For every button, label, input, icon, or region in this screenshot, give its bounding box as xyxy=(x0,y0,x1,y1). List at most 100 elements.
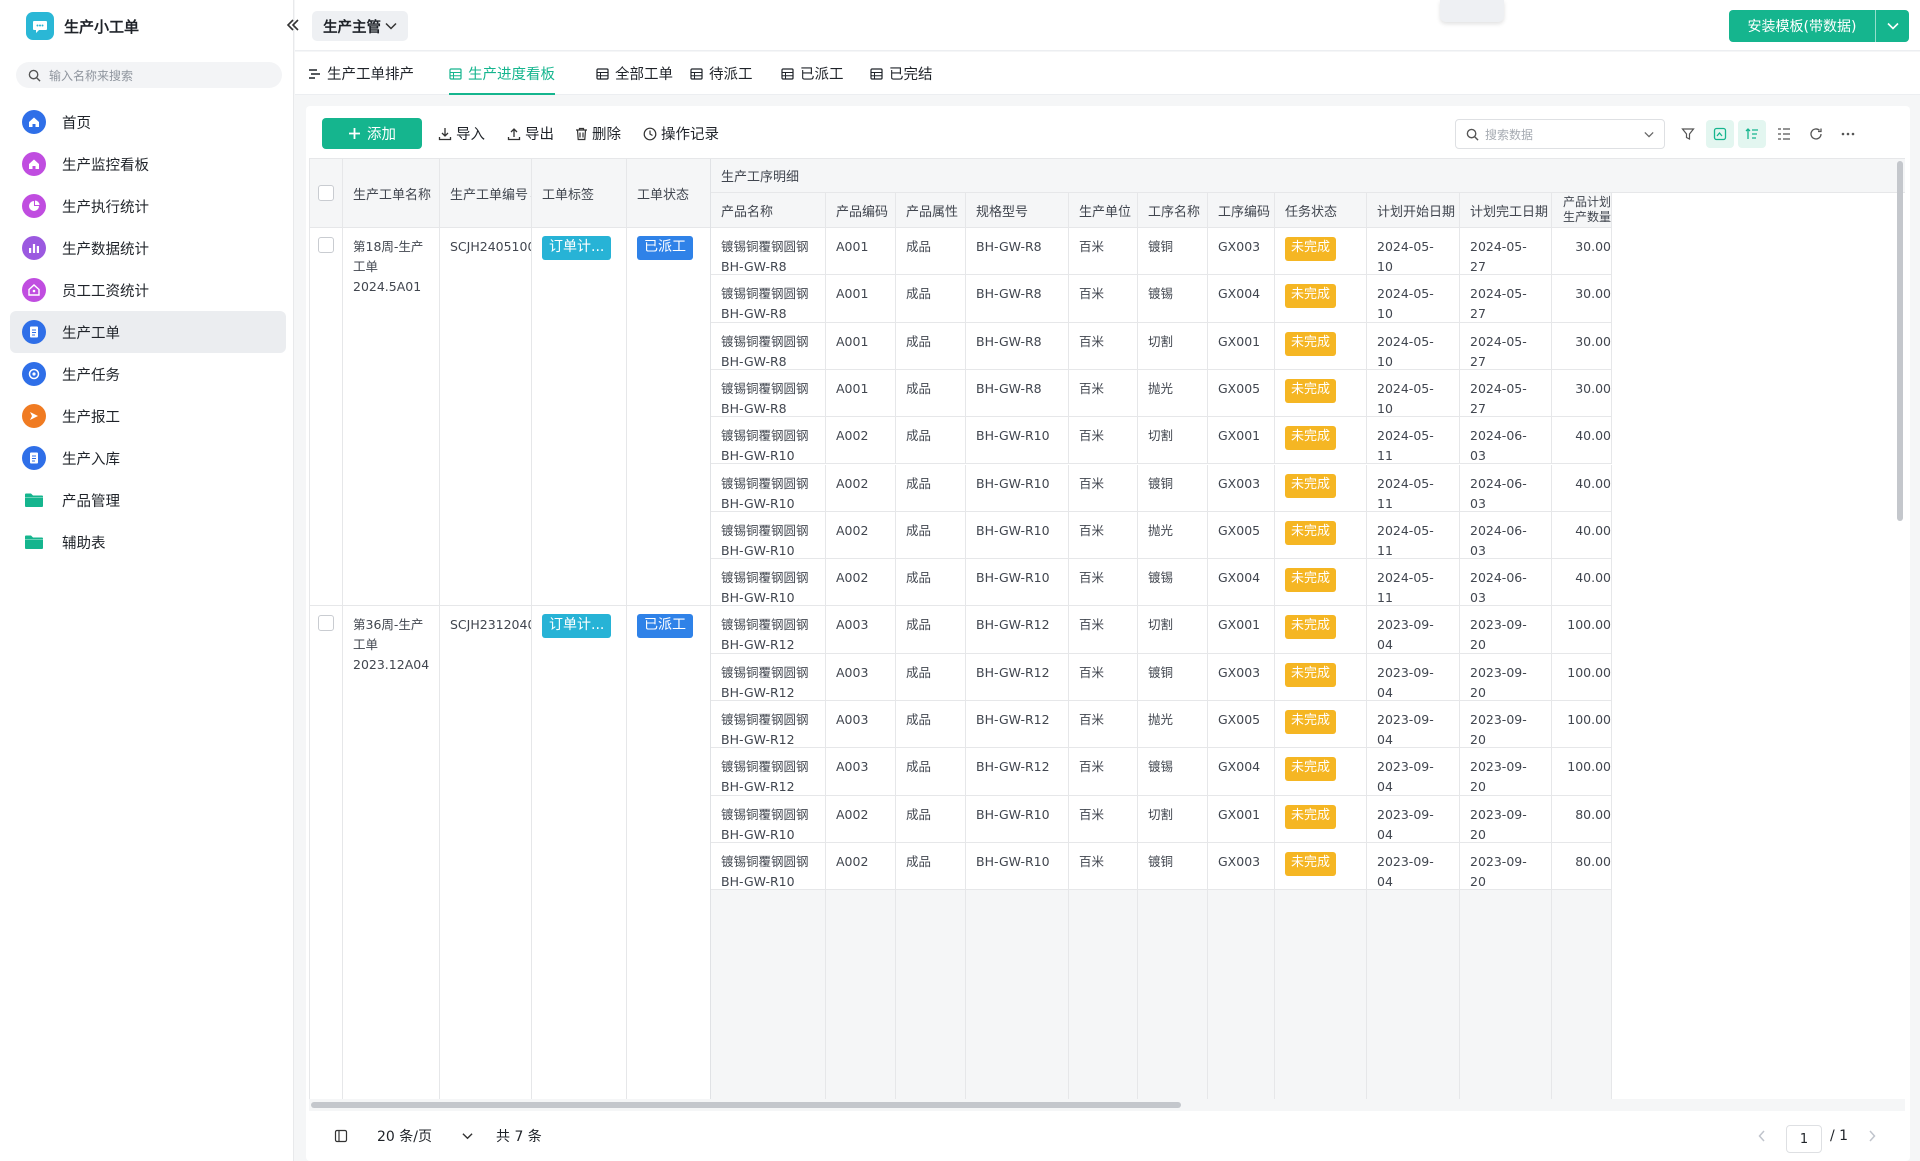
row-checkbox[interactable] xyxy=(318,615,334,632)
tab[interactable]: 生产工单排产 xyxy=(308,52,414,95)
order-name-cell[interactable]: 第36周-生产工单2023.12A04 xyxy=(343,606,440,1099)
sidebar-item[interactable]: 首页 xyxy=(10,101,286,143)
highlight-view-icon[interactable] xyxy=(1706,120,1734,148)
cell-product-name[interactable]: 镀锡铜覆钢圆钢 BH-GW-R12 xyxy=(711,701,826,749)
order-name-cell[interactable]: 第18周-生产工单2024.5A01 xyxy=(343,228,440,607)
header-unit[interactable]: 生产单位 xyxy=(1069,193,1138,228)
header-product-name[interactable]: 产品名称 xyxy=(711,193,826,228)
sidebar-item[interactable]: 生产数据统计 xyxy=(10,227,286,269)
import-button[interactable]: 导入 xyxy=(438,118,485,149)
more-icon[interactable] xyxy=(1834,120,1862,148)
header-process-name[interactable]: 工序名称 xyxy=(1138,193,1208,228)
cell-plan-end: 2024-06-03 xyxy=(1460,511,1552,560)
cell-product-name[interactable]: 镀锡铜覆钢圆钢 BH-GW-R10 xyxy=(711,464,826,512)
total-count: 共 7 条 xyxy=(496,1111,542,1161)
tab[interactable]: 待派工 xyxy=(690,52,753,95)
vertical-scrollbar[interactable] xyxy=(1897,161,1903,521)
tab[interactable]: 全部工单 xyxy=(596,52,673,95)
tab[interactable]: 已派工 xyxy=(781,52,844,95)
install-dropdown-chevron-icon[interactable] xyxy=(1876,10,1909,42)
sidebar-item[interactable]: 生产入库 xyxy=(10,437,286,479)
group-rows-icon[interactable] xyxy=(1770,120,1798,148)
tab[interactable]: 已完结 xyxy=(870,52,933,95)
next-page-icon[interactable] xyxy=(1868,1111,1876,1161)
sidebar-item[interactable]: 生产工单 xyxy=(10,311,286,353)
cell-plan-start: 2024-05-11 xyxy=(1367,417,1460,465)
install-template-button[interactable]: 安装模板(带数据) xyxy=(1729,10,1909,42)
order-status-badge[interactable]: 已派工 xyxy=(637,614,693,639)
cell-plan-qty: 80.00 xyxy=(1552,842,1612,891)
order-tag-badge[interactable]: 订单计... xyxy=(542,236,612,260)
cell-product-name[interactable]: 镀锡铜覆钢圆钢 BH-GW-R8 xyxy=(711,369,826,418)
cell-process-name: 镀铜 xyxy=(1138,228,1208,276)
header-task-status[interactable]: 任务状态 xyxy=(1275,193,1367,228)
refresh-icon[interactable] xyxy=(1802,120,1830,148)
cell-product-code: A002 xyxy=(826,464,896,512)
page-size-chevron-icon[interactable] xyxy=(462,1111,473,1161)
cell-product-name[interactable]: 镀锡铜覆钢圆钢 BH-GW-R10 xyxy=(711,795,826,843)
horizontal-scrollbar[interactable] xyxy=(309,1099,1905,1111)
task-status-cell: 未完成 xyxy=(1275,795,1367,843)
sidebar-item-label: 员工工资统计 xyxy=(62,283,149,300)
history-icon xyxy=(643,127,657,140)
export-button[interactable]: 导出 xyxy=(507,118,554,149)
cell-product-name[interactable]: 镀锡铜覆钢圆钢 BH-GW-R12 xyxy=(711,653,826,701)
sidebar-item[interactable]: 生产报工 xyxy=(10,395,286,437)
header-order-name[interactable]: 生产工单名称 xyxy=(343,159,440,228)
sidebar-item[interactable]: 生产任务 xyxy=(10,353,286,395)
cell-product-name[interactable]: 镀锡铜覆钢圆钢 BH-GW-R8 xyxy=(711,322,826,370)
sidebar-item[interactable]: 员工工资统计 xyxy=(10,269,286,311)
cell-plan-end: 2024-06-03 xyxy=(1460,559,1552,607)
cell-process-code: GX003 xyxy=(1208,464,1275,512)
header-tag[interactable]: 工单标签 xyxy=(532,159,627,228)
row-checkbox[interactable] xyxy=(318,237,334,253)
header-status[interactable]: 工单状态 xyxy=(627,159,711,228)
collapse-sidebar-icon[interactable] xyxy=(283,14,303,36)
cell-product-name[interactable]: 镀锡铜覆钢圆钢 BH-GW-R10 xyxy=(711,842,826,891)
order-tag-badge[interactable]: 订单计... xyxy=(542,614,612,639)
header-process-code[interactable]: 工序编码 xyxy=(1208,193,1275,228)
page-number-input[interactable]: 1 xyxy=(1786,1125,1822,1153)
cell-product-name[interactable]: 镀锡铜覆钢圆钢 BH-GW-R12 xyxy=(711,606,826,654)
cell-product-attr: 成品 xyxy=(896,464,966,512)
horizontal-scrollbar-thumb[interactable] xyxy=(311,1102,1181,1108)
cell-product-name[interactable]: 镀锡铜覆钢圆钢 BH-GW-R8 xyxy=(711,275,826,323)
sidebar-item[interactable]: 辅助表 xyxy=(10,521,286,563)
sidebar-item[interactable]: 产品管理 xyxy=(10,479,286,521)
cell-product-name[interactable]: 镀锡铜覆钢圆钢 BH-GW-R8 xyxy=(711,228,826,276)
tab[interactable]: 生产进度看板 xyxy=(449,52,555,95)
cell-product-name[interactable]: 镀锡铜覆钢圆钢 BH-GW-R10 xyxy=(711,559,826,607)
header-product-code[interactable]: 产品编码 xyxy=(826,193,896,228)
toggle-panel-icon[interactable] xyxy=(334,1111,348,1161)
cell-process-name: 镀铜 xyxy=(1138,653,1208,701)
sidebar-item[interactable]: 生产监控看板 xyxy=(10,143,286,185)
delete-button[interactable]: 删除 xyxy=(575,118,621,149)
order-status-badge[interactable]: 已派工 xyxy=(637,236,693,260)
header-plan-qty[interactable]: 产品计划 生产数量 xyxy=(1552,193,1612,228)
cell-product-name[interactable]: 镀锡铜覆钢圆钢 BH-GW-R12 xyxy=(711,748,826,796)
header-plan-start[interactable]: 计划开始日期 xyxy=(1367,193,1460,228)
table-search-input[interactable]: 搜索数据 xyxy=(1455,119,1665,149)
header-order-no[interactable]: 生产工单编号↓ xyxy=(440,159,532,228)
header-plan-end[interactable]: 计划完工日期 xyxy=(1460,193,1552,228)
sidebar-item[interactable]: 生产执行统计 xyxy=(10,185,286,227)
app-brand[interactable]: 生产小工单 xyxy=(26,12,139,40)
sort-icon[interactable] xyxy=(1738,120,1766,148)
header-product-attr[interactable]: 产品属性 xyxy=(896,193,966,228)
prev-page-icon[interactable] xyxy=(1758,1111,1766,1161)
role-selector[interactable]: 生产主管 xyxy=(312,11,408,41)
select-all-checkbox[interactable] xyxy=(318,185,334,201)
task-status-cell: 未完成 xyxy=(1275,842,1367,891)
empty-row-cell xyxy=(1275,890,1367,1099)
operation-log-button[interactable]: 操作记录 xyxy=(643,118,719,149)
add-button[interactable]: 添加 xyxy=(322,118,422,149)
operation-log-label: 操作记录 xyxy=(661,127,719,143)
page-size-select[interactable]: 20 条/页 xyxy=(377,1111,432,1161)
cell-plan-end: 2023-09-20 xyxy=(1460,653,1552,701)
cell-product-name[interactable]: 镀锡铜覆钢圆钢 BH-GW-R10 xyxy=(711,417,826,465)
header-spec[interactable]: 规格型号 xyxy=(966,193,1069,228)
filter-icon[interactable] xyxy=(1674,120,1702,148)
sidebar-search-input[interactable]: 输入名称来搜索 xyxy=(16,62,282,88)
order-tag-cell: 订单计... xyxy=(532,606,627,1099)
cell-product-name[interactable]: 镀锡铜覆钢圆钢 BH-GW-R10 xyxy=(711,511,826,560)
